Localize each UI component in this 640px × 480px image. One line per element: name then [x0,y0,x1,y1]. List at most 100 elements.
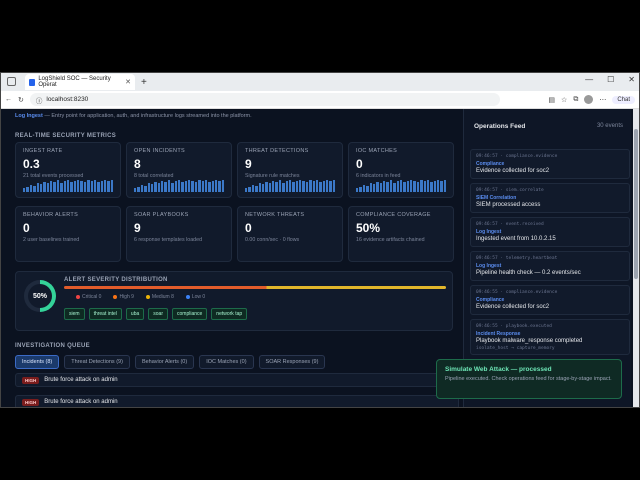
sparkline-bar [288,180,292,192]
event-timestamp: 09:46:57 · event.received [476,222,544,227]
metric-subtitle: 6 indicators in feed [356,173,401,179]
metric-title: THREAT DETECTIONS [245,148,309,154]
sparkline-bar [110,180,114,192]
event-type: SIEM Correlation [476,195,517,201]
event-message: Ingested event from 10.0.2.15 [476,236,556,242]
info-icon[interactable]: ⓘ [36,95,43,105]
feed-title: Operations Feed [474,123,526,130]
sparkline-bar [211,181,214,192]
metric-title: INGEST RATE [23,148,63,154]
source-chip[interactable]: uba [125,308,145,320]
avatar[interactable] [584,95,594,104]
sparkline-bar [437,180,440,192]
sparkline-bar [221,180,225,192]
metric-subtitle: 6 response templates loaded [134,237,203,243]
queue-tab[interactable]: Behavior Alerts (0) [134,355,195,369]
maximize-icon[interactable]: ☐ [607,75,614,84]
metric-title: OPEN INCIDENTS [134,148,185,154]
metric-subtitle: 2 user baselines trained [23,237,80,243]
queue-tab[interactable]: Incidents (8) [15,355,60,369]
sparkline-bar [302,181,305,192]
sparkline-bar [258,183,261,192]
scrollbar[interactable] [633,109,639,407]
source-chip[interactable]: soar [148,308,168,320]
scrollbar-thumb[interactable] [634,129,638,279]
feed-event[interactable]: 09:46:55 · playbook.executed Incident Re… [470,319,630,355]
sparkline-bar [194,182,198,192]
close-window-icon[interactable]: ✕ [628,75,635,84]
toolbar-right: ▤ ☆ ⧉ ⋯ Chat [548,95,635,104]
sparkline-bar [154,182,157,192]
metric-card: BEHAVIOR ALERTS 0 2 user baselines train… [15,206,121,262]
severity-panel: 50% ALERT SEVERITY DISTRIBUTION Critical… [15,271,453,331]
url-field[interactable]: ⓘ localhost:8230 [29,93,500,106]
sparkline-bar [312,181,315,192]
sparkline-bar [144,186,147,192]
legend-item: Medium 8 [145,294,174,300]
new-tab-icon[interactable]: + [141,77,147,88]
feed-event[interactable]: 09:46:57 · telemetry.heartbeat Log Inges… [470,251,630,281]
sparkline-bar [309,180,312,192]
sparkline-bar [215,180,218,192]
sparkline-bar [413,181,416,192]
favorite-icon[interactable]: ☆ [561,96,567,104]
sparkline-bar [107,181,110,192]
sparkline-bar [50,181,53,192]
queue-row[interactable]: HIGH Brute force attack on admin [15,373,459,387]
toast-title: Simulate Web Attack — processed [445,366,552,373]
event-tag: isolate_host → capture_memory [476,346,555,351]
sparkline-bar [261,184,265,192]
sparkline-bar [410,180,413,192]
severity-badge: HIGH [22,376,40,384]
back-icon[interactable]: ← [5,96,12,103]
row-title: Brute force attack on admin [44,399,118,405]
feed-event[interactable]: 09:46:57 · siem.correlate SIEM Correlati… [470,183,630,213]
sparkline-bar [403,182,406,192]
sparkline-bar [369,183,372,192]
sparkline-bar [393,183,396,192]
metric-title: IOC MATCHES [356,148,398,154]
browser-tab[interactable]: LogShield SOC — Security Operat ✕ [25,74,135,90]
sparkline-bar [77,180,80,192]
feed-event[interactable]: 09:46:57 · event.received Log Ingest Ing… [470,217,630,247]
queue-tab[interactable]: Threat Detections (9) [64,355,130,369]
collections-icon[interactable]: ⧉ [573,96,578,104]
severity-badge: HIGH [22,398,40,406]
sparkline-bar [184,181,187,192]
legend-item: Low 0 [185,294,206,300]
metric-card: SOAR PLAYBOOKS 9 6 response templates lo… [126,206,232,262]
metric-title: BEHAVIOR ALERTS [23,212,79,218]
sparkline [245,180,336,192]
legend-dot [185,295,190,299]
sparkline-bar [272,181,275,192]
metric-card: THREAT DETECTIONS 9 Signature rule match… [237,142,343,198]
sparkline-bar [164,182,167,192]
reader-icon[interactable]: ▤ [548,96,555,104]
close-tab-icon[interactable]: ✕ [125,78,131,86]
source-chip[interactable]: network tap [211,308,248,320]
source-chip[interactable]: siem [64,308,85,320]
refresh-icon[interactable]: ↻ [18,96,24,104]
queue-tab[interactable]: SOAR Responses (9) [258,355,326,369]
event-timestamp: 09:46:55 · playbook.executed [476,324,552,329]
feed-event[interactable]: 09:46:57 · compliance.evidence Complianc… [470,149,630,179]
queue-row[interactable]: HIGH Brute force attack on admin [15,395,459,407]
sparkline-bar [150,184,154,192]
more-icon[interactable]: ⋯ [599,96,606,104]
sparkline-bar [305,182,309,192]
minimize-icon[interactable]: — [585,75,593,84]
favicon-icon [29,78,36,86]
severity-title: ALERT SEVERITY DISTRIBUTION [64,277,168,283]
queue-tab[interactable]: IOC Matches (0) [199,355,254,369]
feed-event[interactable]: 09:46:55 · compliance.evidence Complianc… [470,285,630,315]
sparkline-bar [372,184,376,192]
chat-button[interactable]: Chat [612,95,635,104]
source-chip[interactable]: compliance [172,308,208,320]
source-chip[interactable]: threat intel [88,308,122,320]
coverage-ring: 50% [24,280,56,312]
tab-title: LogShield SOC — Security Operat [38,76,111,88]
legend-label: Low 0 [191,294,206,300]
tab-actions-icon[interactable] [7,77,16,86]
metric-title: SOAR PLAYBOOKS [134,212,189,218]
event-timestamp: 09:46:57 · compliance.evidence [476,154,558,159]
